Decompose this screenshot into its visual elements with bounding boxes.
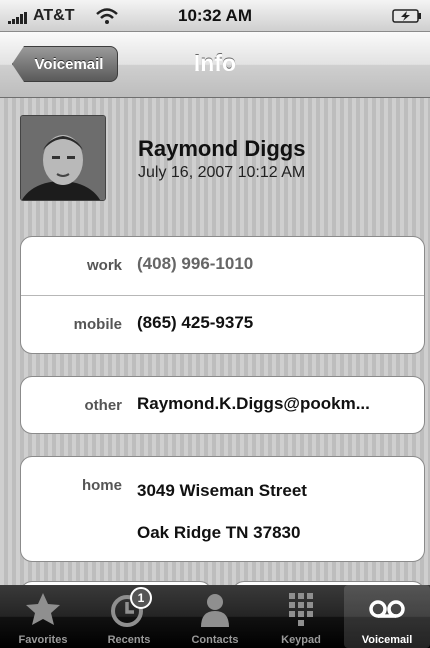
contact-name: Raymond Diggs: [138, 136, 306, 161]
star-icon: [26, 593, 60, 625]
tab-label: Keypad: [281, 634, 321, 646]
keypad-icon: [289, 593, 313, 626]
tab-favorites[interactable]: Favorites: [0, 585, 86, 648]
tab-label: Contacts: [191, 634, 239, 646]
person-icon: [201, 594, 229, 627]
contact-info-scroll[interactable]: Raymond Diggs July 16, 2007 10:12 AM wor…: [0, 98, 430, 585]
phone-row-work[interactable]: work (408) 996-1010: [21, 237, 424, 295]
email-address: Raymond.K.Diggs@pookm...: [137, 394, 370, 413]
email-row[interactable]: other Raymond.K.Diggs@pookm...: [21, 377, 424, 433]
status-bar: AT&T 10:32 AM: [0, 0, 430, 32]
address-line-1: 3049 Wiseman Street: [137, 481, 307, 500]
address-row[interactable]: home 3049 Wiseman Street Oak Ridge TN 37…: [21, 457, 424, 561]
tab-keypad[interactable]: Keypad: [258, 585, 344, 648]
tab-voicemail[interactable]: Voicemail: [344, 585, 430, 648]
phone-number: (865) 425-9375: [137, 313, 254, 332]
phone-group: work (408) 996-1010 mobile (865) 425-937…: [20, 236, 425, 354]
address-group: home 3049 Wiseman Street Oak Ridge TN 37…: [20, 456, 425, 562]
email-group: other Raymond.K.Diggs@pookm...: [20, 376, 425, 434]
voicemail-icon: [369, 600, 405, 618]
email-label: other: [84, 397, 123, 414]
status-time: 10:32 AM: [177, 6, 252, 25]
phone-row-mobile[interactable]: mobile (865) 425-9375: [21, 295, 424, 353]
address-line-2: Oak Ridge TN 37830: [137, 523, 301, 542]
tab-recents[interactable]: 1 Recents: [86, 585, 172, 648]
tab-contacts[interactable]: Contacts: [172, 585, 258, 648]
contact-photo: [20, 115, 106, 201]
navigation-bar: Voicemail Info: [0, 32, 430, 98]
phone-number: (408) 996-1010: [137, 254, 254, 273]
recents-badge: 1: [130, 587, 152, 609]
tab-label: Favorites: [18, 634, 68, 646]
phone-label: work: [86, 257, 122, 274]
tab-label: Voicemail: [361, 634, 413, 646]
address-label: home: [81, 477, 122, 494]
battery-charging-icon: [392, 9, 421, 23]
voicemail-date: July 16, 2007 10:12 AM: [138, 164, 306, 181]
tab-bar: Favorites 1 Recents Contacts Keypad Voic…: [0, 585, 430, 648]
phone-label: mobile: [73, 316, 122, 333]
page-title: Info: [193, 50, 237, 76]
tab-label: Recents: [107, 634, 151, 646]
